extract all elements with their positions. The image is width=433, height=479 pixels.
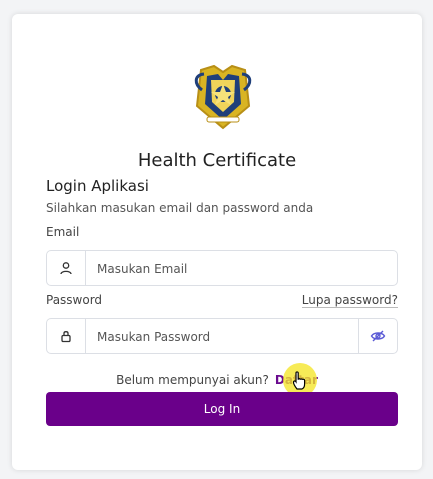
email-input[interactable] bbox=[95, 259, 339, 279]
emblem-logo bbox=[189, 62, 257, 132]
lock-icon bbox=[47, 319, 86, 353]
login-button[interactable]: Log In bbox=[46, 392, 398, 426]
password-input-group bbox=[46, 318, 398, 354]
register-prompt: Belum mempunyai akun?Daftar bbox=[12, 373, 422, 387]
email-input-group bbox=[46, 250, 398, 286]
login-card: Health Certificate Login Aplikasi Silahk… bbox=[12, 14, 422, 470]
eye-off-icon[interactable] bbox=[358, 319, 397, 353]
login-heading: Login Aplikasi bbox=[46, 177, 149, 195]
password-label: Password bbox=[46, 293, 103, 307]
no-account-text: Belum mempunyai akun? bbox=[116, 373, 269, 387]
forgot-password-link[interactable]: Lupa password? bbox=[301, 293, 398, 309]
email-label: Email bbox=[46, 225, 80, 239]
login-subtitle: Silahkan masukan email dan password anda bbox=[46, 201, 314, 215]
password-input[interactable] bbox=[95, 327, 339, 347]
app-title: Health Certificate bbox=[137, 150, 297, 171]
user-icon bbox=[47, 251, 86, 285]
